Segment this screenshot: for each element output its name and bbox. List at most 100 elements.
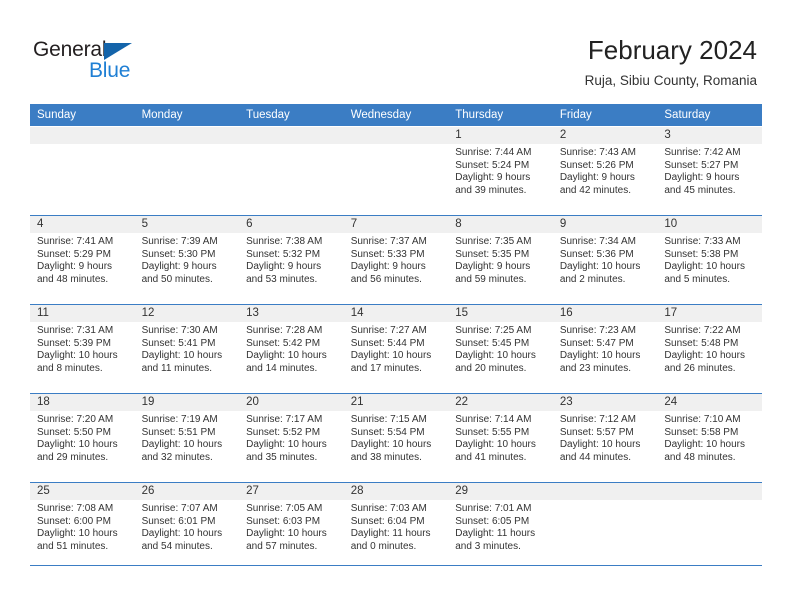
sunrise-text: Sunrise: 7:07 AM	[141, 503, 218, 514]
calendar-day-cell[interactable]: 16 Sunrise: 7:23 AM Sunset: 5:47 PM Dayligh…	[552, 304, 658, 393]
calendar-day-cell[interactable]: 11 Sunrise: 7:31 AM Sunset: 5:39 PM Dayligh…	[30, 304, 135, 393]
calendar-week-row: 4 Sunrise: 7:41 AM Sunset: 5:29 PM Daylight…	[30, 215, 762, 304]
day-number: 27	[239, 483, 344, 500]
day-number: 1	[448, 127, 553, 144]
calendar-day-cell[interactable]: 18 Sunrise: 7:20 AM Sunset: 5:50 PM Dayligh…	[30, 393, 135, 482]
calendar-week-row: 18 Sunrise: 7:20 AM Sunset: 5:50 PM Dayligh…	[30, 393, 762, 482]
calendar-day-cell[interactable]: 4 Sunrise: 7:41 AM Sunset: 5:29 PM Daylight…	[30, 215, 135, 304]
sunset-text: Sunset: 5:38 PM	[664, 248, 739, 260]
triangle-icon	[104, 43, 132, 60]
day-cell-inner: 3 Sunrise: 7:42 AM Sunset: 5:27 PM Daylight…	[657, 126, 762, 215]
day-details: Sunrise: 7:31 AM Sunset: 5:39 PM Daylight:…	[30, 322, 135, 375]
day-number	[657, 483, 762, 500]
day-details: Sunrise: 7:08 AM Sunset: 6:00 PM Daylight:…	[30, 500, 135, 553]
daylight-text-line1: Daylight: 9 hours	[559, 172, 635, 184]
sunset-text: Sunset: 6:03 PM	[246, 515, 321, 527]
daylight-text-line2: and 51 minutes.	[37, 540, 109, 552]
calendar-day-cell[interactable]: 3 Sunrise: 7:42 AM Sunset: 5:27 PM Daylight…	[657, 126, 762, 215]
sunrise-text: Sunrise: 7:03 AM	[350, 503, 427, 514]
daylight-text-line1: Daylight: 9 hours	[455, 261, 531, 273]
day-number: 21	[343, 394, 449, 411]
sunset-text: Sunset: 5:30 PM	[141, 248, 216, 260]
day-number: 8	[448, 216, 553, 233]
daylight-text-line1: Daylight: 9 hours	[664, 172, 740, 184]
day-cell-inner	[657, 482, 762, 571]
calendar-day-cell[interactable]: 8 Sunrise: 7:35 AM Sunset: 5:35 PM Daylight…	[448, 215, 553, 304]
calendar-day-cell[interactable]: 27 Sunrise: 7:05 AM Sunset: 6:03 PM Dayligh…	[239, 482, 344, 571]
day-cell-inner: 2 Sunrise: 7:43 AM Sunset: 5:26 PM Daylight…	[552, 126, 658, 215]
sunset-text: Sunset: 5:57 PM	[559, 426, 634, 438]
sunset-text: Sunset: 5:42 PM	[246, 337, 321, 349]
calendar-day-cell[interactable]: 2 Sunrise: 7:43 AM Sunset: 5:26 PM Daylight…	[552, 126, 658, 215]
daylight-text-line1: Daylight: 10 hours	[246, 528, 327, 540]
calendar-day-cell[interactable]: 13 Sunrise: 7:28 AM Sunset: 5:42 PM Dayligh…	[239, 304, 344, 393]
day-number: 19	[134, 394, 240, 411]
day-cell-inner: 1 Sunrise: 7:44 AM Sunset: 5:24 PM Daylight…	[448, 126, 553, 215]
calendar-day-cell[interactable]: 25 Sunrise: 7:08 AM Sunset: 6:00 PM Dayligh…	[30, 482, 135, 571]
daylight-text-line2: and 2 minutes.	[559, 273, 626, 285]
day-cell-inner: 12 Sunrise: 7:30 AM Sunset: 5:41 PM Dayligh…	[134, 304, 240, 393]
calendar-day-cell[interactable]: 15 Sunrise: 7:25 AM Sunset: 5:45 PM Dayligh…	[448, 304, 553, 393]
calendar-day-cell-empty	[30, 126, 135, 215]
day-cell-inner: 26 Sunrise: 7:07 AM Sunset: 6:01 PM Dayligh…	[134, 482, 240, 571]
calendar-day-cell[interactable]: 17 Sunrise: 7:22 AM Sunset: 5:48 PM Dayligh…	[657, 304, 762, 393]
calendar-day-cell[interactable]: 22 Sunrise: 7:14 AM Sunset: 5:55 PM Dayligh…	[448, 393, 553, 482]
calendar-day-cell[interactable]: 14 Sunrise: 7:27 AM Sunset: 5:44 PM Dayligh…	[343, 304, 449, 393]
day-number: 3	[657, 127, 762, 144]
calendar-day-cell[interactable]: 26 Sunrise: 7:07 AM Sunset: 6:01 PM Dayligh…	[134, 482, 240, 571]
weekday-header-sunday: Sunday	[30, 104, 135, 126]
sunrise-text: Sunrise: 7:25 AM	[455, 325, 532, 336]
calendar-day-cell[interactable]: 6 Sunrise: 7:38 AM Sunset: 5:32 PM Daylight…	[239, 215, 344, 304]
day-details: Sunrise: 7:03 AM Sunset: 6:04 PM Daylight:…	[344, 500, 449, 553]
calendar-day-cell[interactable]: 23 Sunrise: 7:12 AM Sunset: 5:57 PM Dayligh…	[552, 393, 658, 482]
day-number: 2	[552, 127, 658, 144]
daylight-text-line1: Daylight: 9 hours	[141, 261, 217, 273]
day-cell-inner: 20 Sunrise: 7:17 AM Sunset: 5:52 PM Dayligh…	[239, 393, 344, 482]
daylight-text-line2: and 26 minutes.	[664, 362, 736, 374]
calendar-day-cell[interactable]: 19 Sunrise: 7:19 AM Sunset: 5:51 PM Dayligh…	[134, 393, 240, 482]
day-number: 11	[30, 305, 135, 322]
calendar-day-cell[interactable]: 29 Sunrise: 7:01 AM Sunset: 6:05 PM Dayligh…	[448, 482, 553, 571]
calendar-day-cell[interactable]: 21 Sunrise: 7:15 AM Sunset: 5:54 PM Dayligh…	[343, 393, 449, 482]
calendar-table: Sunday Monday Tuesday Wednesday Thursday…	[30, 104, 762, 571]
day-number: 20	[239, 394, 344, 411]
day-details: Sunrise: 7:20 AM Sunset: 5:50 PM Daylight:…	[30, 411, 135, 464]
calendar-day-cell[interactable]: 7 Sunrise: 7:37 AM Sunset: 5:33 PM Daylight…	[343, 215, 449, 304]
calendar-day-cell[interactable]: 28 Sunrise: 7:03 AM Sunset: 6:04 PM Dayligh…	[343, 482, 449, 571]
calendar-day-cell[interactable]: 12 Sunrise: 7:30 AM Sunset: 5:41 PM Dayligh…	[134, 304, 240, 393]
sunrise-text: Sunrise: 7:22 AM	[664, 325, 741, 336]
day-number: 26	[134, 483, 240, 500]
sunrise-text: Sunrise: 7:39 AM	[141, 236, 218, 247]
page-header: General Blue February 2024 Ruja, Sibiu C…	[0, 0, 792, 100]
daylight-text-line2: and 39 minutes.	[455, 184, 527, 196]
daylight-text-line1: Daylight: 10 hours	[141, 528, 223, 540]
day-cell-inner: 18 Sunrise: 7:20 AM Sunset: 5:50 PM Dayligh…	[30, 393, 135, 482]
calendar-page: General Blue February 2024 Ruja, Sibiu C…	[0, 0, 792, 612]
sunset-text: Sunset: 5:44 PM	[350, 337, 425, 349]
calendar-day-cell[interactable]: 24 Sunrise: 7:10 AM Sunset: 5:58 PM Dayligh…	[657, 393, 762, 482]
sunrise-text: Sunrise: 7:15 AM	[350, 414, 427, 425]
calendar-day-cell[interactable]: 10 Sunrise: 7:33 AM Sunset: 5:38 PM Dayligh…	[657, 215, 762, 304]
day-number: 16	[552, 305, 658, 322]
sunset-text: Sunset: 5:52 PM	[246, 426, 321, 438]
weekday-header-friday: Friday	[552, 104, 658, 126]
daylight-text-line1: Daylight: 10 hours	[37, 528, 118, 540]
day-cell-inner	[239, 126, 344, 215]
day-number: 23	[552, 394, 658, 411]
calendar-day-cell[interactable]: 1 Sunrise: 7:44 AM Sunset: 5:24 PM Daylight…	[448, 126, 553, 215]
sunset-text: Sunset: 6:04 PM	[350, 515, 425, 527]
day-cell-inner: 17 Sunrise: 7:22 AM Sunset: 5:48 PM Dayligh…	[657, 304, 762, 393]
calendar-day-cell[interactable]: 9 Sunrise: 7:34 AM Sunset: 5:36 PM Daylight…	[552, 215, 658, 304]
day-cell-inner: 9 Sunrise: 7:34 AM Sunset: 5:36 PM Daylight…	[552, 215, 658, 304]
day-details: Sunrise: 7:37 AM Sunset: 5:33 PM Daylight:…	[344, 233, 449, 286]
day-cell-inner: 19 Sunrise: 7:19 AM Sunset: 5:51 PM Dayligh…	[134, 393, 240, 482]
day-number: 13	[239, 305, 344, 322]
day-number	[239, 127, 344, 144]
general-blue-logo[interactable]: General Blue	[33, 38, 163, 84]
calendar-day-cell[interactable]: 5 Sunrise: 7:39 AM Sunset: 5:30 PM Daylight…	[134, 215, 240, 304]
daylight-text-line1: Daylight: 10 hours	[246, 350, 327, 362]
sunrise-text: Sunrise: 7:14 AM	[455, 414, 532, 425]
sunrise-text: Sunrise: 7:35 AM	[455, 236, 532, 247]
calendar-day-cell[interactable]: 20 Sunrise: 7:17 AM Sunset: 5:52 PM Dayligh…	[239, 393, 344, 482]
day-number: 14	[343, 305, 449, 322]
